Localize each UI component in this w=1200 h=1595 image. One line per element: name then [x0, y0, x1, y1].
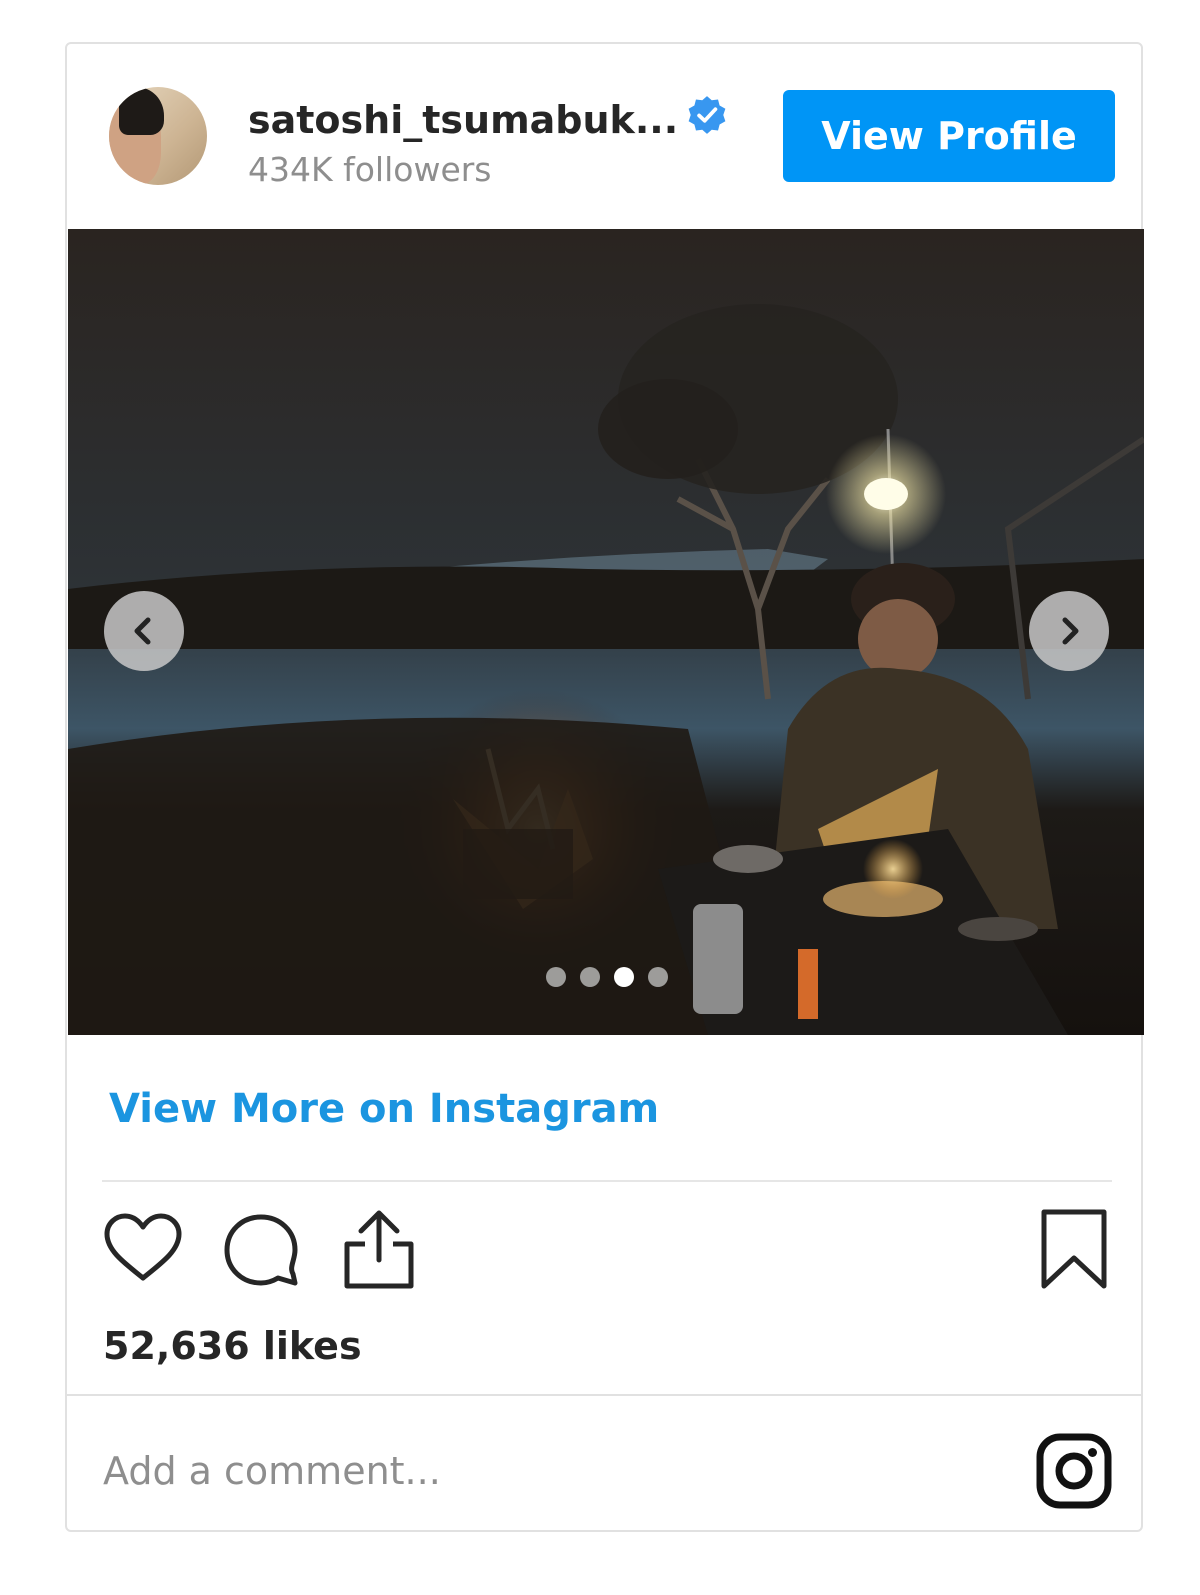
next-slide-button[interactable] [1029, 591, 1109, 671]
instagram-embed-card: satoshi_tsumabuk... 434K followers View … [65, 42, 1144, 1532]
heart-icon[interactable] [103, 1212, 183, 1284]
bookmark-icon[interactable] [1039, 1208, 1109, 1290]
carousel-dot [580, 967, 600, 987]
carousel-dot [546, 967, 566, 987]
avatar[interactable] [109, 87, 207, 185]
chevron-right-icon [1062, 617, 1079, 645]
carousel-dot [614, 967, 634, 987]
comment-input[interactable] [103, 1436, 983, 1506]
chevron-left-icon [134, 617, 151, 645]
divider [102, 1180, 1112, 1182]
post-header: satoshi_tsumabuk... 434K followers View … [67, 44, 1141, 228]
campfire-photo [68, 229, 1144, 1035]
instagram-logo-icon[interactable] [1035, 1432, 1113, 1510]
view-profile-button[interactable]: View Profile [783, 90, 1115, 182]
follower-count: 434K followers [248, 150, 492, 189]
previous-slide-button[interactable] [104, 591, 184, 671]
username[interactable]: satoshi_tsumabuk... [248, 98, 678, 142]
view-more-on-instagram-link[interactable]: View More on Instagram [109, 1086, 659, 1132]
share-icon[interactable] [341, 1208, 417, 1290]
carousel-dot [648, 967, 668, 987]
comment-icon[interactable] [223, 1212, 301, 1290]
post-image[interactable] [68, 229, 1144, 1035]
verified-badge-icon [688, 96, 726, 134]
like-count: 52,636 likes [103, 1324, 362, 1368]
divider [67, 1394, 1141, 1396]
